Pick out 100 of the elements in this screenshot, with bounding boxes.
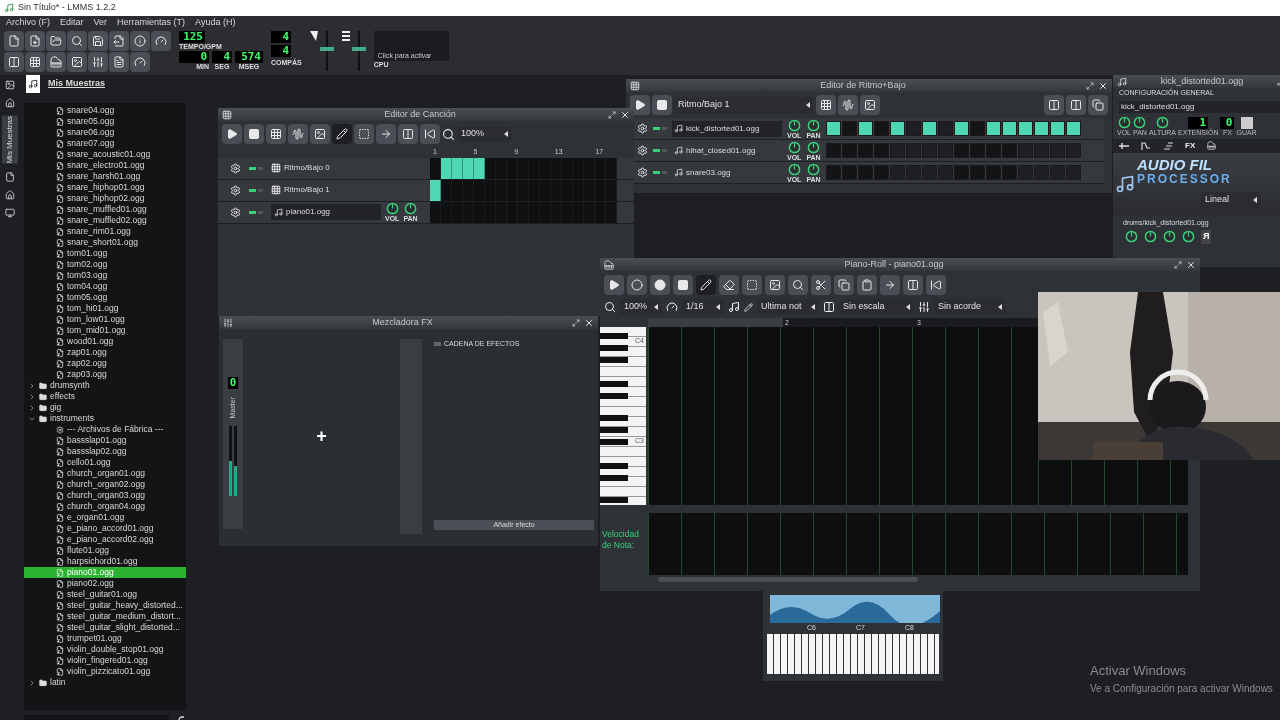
export-icon[interactable]: [109, 31, 129, 51]
file-item[interactable]: piano02.ogg: [24, 578, 186, 589]
file-item[interactable]: flute01.ogg: [24, 545, 186, 556]
select-mode-button[interactable]: [742, 275, 762, 295]
knob[interactable]: [807, 140, 820, 154]
zoom-select[interactable]: 100%: [620, 299, 662, 315]
folder-item[interactable]: effects: [24, 391, 186, 402]
instrument-tab[interactable]: FX: [1185, 139, 1196, 152]
slider-thumb[interactable]: [319, 47, 334, 52]
folder-item[interactable]: instruments: [24, 413, 186, 424]
knob[interactable]: [1155, 115, 1169, 129]
add-channel-button[interactable]: +: [316, 423, 327, 450]
pattern-clip[interactable]: [463, 157, 474, 179]
pattern-clip[interactable]: [430, 179, 441, 201]
file-item[interactable]: snare_harsh01.ogg: [24, 171, 186, 182]
save-icon[interactable]: [1240, 116, 1253, 129]
play-button[interactable]: [604, 275, 624, 295]
file-item[interactable]: steel_guitar01.ogg: [24, 589, 186, 600]
beat-editor-icon[interactable]: [25, 52, 45, 72]
file-item[interactable]: tom01.ogg: [24, 248, 186, 259]
step-button[interactable]: [1033, 121, 1049, 136]
step-button[interactable]: [985, 121, 1001, 136]
file-item[interactable]: steel_guitar_slight_distorted...: [24, 622, 186, 633]
record-while-playing-button[interactable]: [650, 275, 670, 295]
select-mode-button[interactable]: [354, 124, 374, 144]
draw-mode-button[interactable]: [696, 275, 716, 295]
clone-steps-button[interactable]: [1088, 95, 1108, 115]
master-pitch-slider[interactable]: [351, 31, 366, 71]
gear-icon[interactable]: [230, 206, 241, 218]
track-name[interactable]: Ritmo/Bajo 1: [271, 184, 330, 196]
gear-icon[interactable]: [230, 184, 241, 196]
mixer-icon[interactable]: [88, 52, 108, 72]
instrument-name-field[interactable]: kick_distorted01.ogg: [1119, 100, 1280, 113]
knob[interactable]: [1117, 115, 1131, 129]
step-button[interactable]: [953, 121, 969, 136]
add-sample-track-button[interactable]: [838, 95, 858, 115]
mute-toggle[interactable]: [249, 210, 263, 214]
file-item[interactable]: church_organ03.ogg: [24, 490, 186, 501]
file-item[interactable]: snare_electro01.ogg: [24, 160, 186, 171]
file-item[interactable]: steel_guitar_medium_distort...: [24, 611, 186, 622]
file-item[interactable]: snare_short01.ogg: [24, 237, 186, 248]
file-item[interactable]: cello01.ogg: [24, 457, 186, 468]
knob[interactable]: [1133, 115, 1147, 129]
info-icon[interactable]: [130, 31, 150, 51]
menu-item[interactable]: Editar: [60, 16, 84, 30]
file-item[interactable]: snare_muffled02.ogg: [24, 215, 186, 226]
cut-button[interactable]: [811, 275, 831, 295]
file-item[interactable]: zap02.ogg: [24, 358, 186, 369]
chord-select[interactable]: Sin acorde: [934, 299, 1006, 315]
file-item[interactable]: bassslap01.ogg: [24, 435, 186, 446]
notes-icon[interactable]: [109, 52, 129, 72]
recent-search-icon[interactable]: [67, 31, 87, 51]
gear-icon[interactable]: [637, 123, 648, 134]
knob[interactable]: [787, 118, 801, 132]
track-name[interactable]: hihat_closed01.ogg: [672, 142, 782, 159]
menu-item[interactable]: Herramientas (T): [117, 16, 186, 30]
file-item[interactable]: e_piano_accord01.ogg: [24, 523, 186, 534]
knob[interactable]: [1125, 230, 1138, 244]
mute-toggle[interactable]: [249, 166, 263, 170]
track-name[interactable]: Ritmo/Bajo 0: [271, 162, 330, 174]
knob[interactable]: [787, 162, 801, 176]
knob[interactable]: [1163, 230, 1176, 244]
file-item[interactable]: tom_low01.ogg: [24, 314, 186, 325]
gear-icon[interactable]: [637, 145, 648, 156]
folder-item[interactable]: latin: [24, 677, 186, 688]
loop-button[interactable]: [903, 275, 923, 295]
close-icon[interactable]: [620, 109, 630, 120]
file-item[interactable]: snare_hiphop01.ogg: [24, 182, 186, 193]
play-button[interactable]: [630, 95, 650, 115]
step-button[interactable]: [857, 121, 873, 136]
folder-item[interactable]: drumsynth: [24, 380, 186, 391]
file-item[interactable]: tom03.ogg: [24, 270, 186, 281]
remove-steps-button[interactable]: [1044, 95, 1064, 115]
folder-item[interactable]: gig: [24, 402, 186, 413]
knob[interactable]: [807, 162, 820, 176]
file-item[interactable]: tom_hi01.ogg: [24, 303, 186, 314]
save-icon[interactable]: [88, 31, 108, 51]
add-beat-button[interactable]: [816, 95, 836, 115]
file-item[interactable]: snare05.ogg: [24, 116, 186, 127]
file-item[interactable]: --- Archivos de Fábrica ---: [24, 424, 186, 435]
track-name[interactable]: snare03.ogg: [672, 164, 782, 181]
master-volume-slider[interactable]: [319, 31, 334, 71]
piano-roll-icon[interactable]: [46, 52, 66, 72]
pattern-clip[interactable]: [441, 157, 452, 179]
step-button[interactable]: [1049, 121, 1065, 136]
close-icon[interactable]: [584, 317, 594, 328]
reverse-button[interactable]: Я: [1201, 230, 1212, 244]
add-automation-button[interactable]: [310, 124, 330, 144]
step-button[interactable]: [1065, 121, 1081, 136]
close-icon[interactable]: [1098, 80, 1108, 91]
open-folder-icon[interactable]: [46, 31, 66, 51]
mute-toggle[interactable]: [249, 188, 263, 192]
add-beat-button[interactable]: [266, 124, 286, 144]
knob[interactable]: [807, 118, 820, 132]
file-item[interactable]: snare_muffled01.ogg: [24, 204, 186, 215]
slider-thumb[interactable]: [351, 47, 366, 52]
add-steps-button[interactable]: [1066, 95, 1086, 115]
knob[interactable]: [385, 202, 399, 215]
interpolation-select[interactable]: Lineal: [1201, 191, 1261, 208]
track-name[interactable]: piano01.ogg: [271, 204, 381, 220]
